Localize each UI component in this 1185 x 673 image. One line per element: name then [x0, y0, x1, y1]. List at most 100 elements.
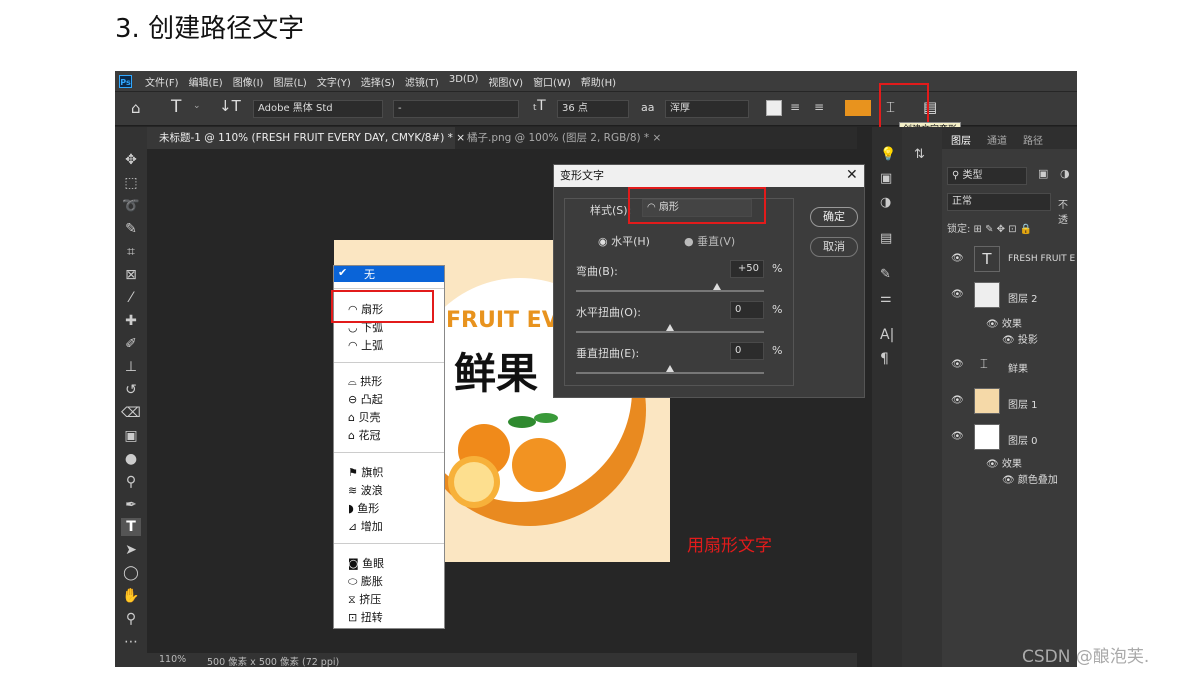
- vertical-distortion-input[interactable]: 0: [730, 342, 764, 360]
- menu-image[interactable]: 图像(I): [233, 74, 264, 89]
- effect-item[interactable]: 👁 颜色叠加: [1002, 471, 1058, 486]
- tab-channels[interactable]: 通道: [987, 132, 1007, 147]
- vertical-radio[interactable]: ● 垂直(V): [684, 233, 735, 249]
- toggle-orientation-icon[interactable]: ↓T: [219, 97, 241, 115]
- menu-file[interactable]: 文件(F): [145, 74, 179, 89]
- blend-mode-select[interactable]: 正常: [947, 193, 1051, 211]
- close-icon[interactable]: ×: [653, 132, 662, 144]
- text-color-swatch[interactable]: [845, 100, 871, 116]
- font-style-select[interactable]: -: [393, 100, 519, 118]
- dropdown-item-bulge[interactable]: ⊖ 凸起: [348, 392, 383, 408]
- properties-icon[interactable]: ▣: [880, 171, 892, 186]
- character-icon[interactable]: A|: [880, 327, 894, 343]
- layer-row[interactable]: 👁 图层 1: [942, 385, 1077, 421]
- chevron-down-icon[interactable]: ⌄: [193, 101, 201, 111]
- libraries-icon[interactable]: ▤: [880, 231, 892, 246]
- menu-layer[interactable]: 图层(L): [273, 74, 306, 89]
- move-tool-icon[interactable]: ✥: [121, 151, 141, 169]
- eye-icon[interactable]: 👁: [951, 359, 964, 370]
- lightbulb-icon[interactable]: 💡: [880, 147, 896, 162]
- dropdown-item-flower[interactable]: ⌂ 花冠: [348, 428, 380, 444]
- effects-row[interactable]: 👁 效果: [986, 455, 1022, 470]
- brush-tool-icon[interactable]: ✐: [121, 335, 141, 353]
- dropdown-item-arc-upper[interactable]: ◠ 上弧: [348, 338, 383, 354]
- zoom-level[interactable]: 110%: [159, 654, 186, 665]
- bend-input[interactable]: +50: [730, 260, 764, 278]
- ellipse-tool-icon[interactable]: ◯: [121, 564, 141, 582]
- gradient-tool-icon[interactable]: ▣: [121, 427, 141, 445]
- layer-filter-select[interactable]: ⚲ 类型: [947, 167, 1027, 185]
- antialias-select[interactable]: 浑厚: [665, 100, 749, 118]
- layer-row[interactable]: 👁 图层 0: [942, 421, 1077, 457]
- tab-orange-png[interactable]: 橘子.png @ 100% (图层 2, RGB/8) * ×: [455, 127, 661, 149]
- frame-tool-icon[interactable]: ⊠: [121, 266, 141, 284]
- hand-tool-icon[interactable]: ✋: [121, 587, 141, 605]
- menu-filter[interactable]: 滤镜(T): [405, 74, 439, 89]
- dodge-tool-icon[interactable]: ⚲: [121, 473, 141, 491]
- adjustments-icon[interactable]: ◑: [880, 195, 891, 210]
- dropdown-item-wave[interactable]: ≋ 波浪: [348, 483, 383, 499]
- eye-icon[interactable]: 👁: [951, 289, 964, 300]
- brushes-icon[interactable]: ✎: [880, 267, 891, 282]
- type-tool-icon[interactable]: T: [171, 97, 181, 117]
- dropdown-item-inflate[interactable]: ⬭ 膨胀: [348, 574, 383, 590]
- pen-tool-icon[interactable]: ✒: [121, 496, 141, 514]
- menu-3d[interactable]: 3D(D): [449, 74, 479, 89]
- font-family-select[interactable]: Adobe 黑体 Std: [253, 100, 383, 118]
- eyedropper-icon[interactable]: ⁄: [121, 289, 141, 307]
- type-tool-icon[interactable]: T: [121, 518, 141, 536]
- align-right-button[interactable]: ≡: [814, 100, 830, 116]
- menu-select[interactable]: 选择(S): [361, 74, 395, 89]
- horizontal-distortion-thumb[interactable]: [666, 324, 674, 331]
- home-icon[interactable]: ⌂: [131, 99, 141, 117]
- layer-row[interactable]: 👁 ⌶ 鲜果: [942, 349, 1077, 385]
- layer-row[interactable]: 👁 T FRESH FRUIT E: [942, 243, 1077, 279]
- font-size-select[interactable]: 36 点: [557, 100, 629, 118]
- menu-view[interactable]: 视图(V): [488, 74, 523, 89]
- close-icon[interactable]: ✕: [846, 167, 858, 183]
- menu-type[interactable]: 文字(Y): [317, 74, 351, 89]
- menu-edit[interactable]: 编辑(E): [189, 74, 223, 89]
- blur-tool-icon[interactable]: ●: [121, 450, 141, 468]
- dropdown-item-arch[interactable]: ⌓ 拱形: [348, 374, 382, 390]
- quick-select-icon[interactable]: ✎: [121, 220, 141, 238]
- tab-paths[interactable]: 路径: [1023, 132, 1043, 147]
- effect-item[interactable]: 👁 投影: [1002, 331, 1038, 346]
- stamp-tool-icon[interactable]: ⊥: [121, 358, 141, 376]
- eraser-tool-icon[interactable]: ⌫: [121, 404, 141, 422]
- eye-icon[interactable]: 👁: [951, 431, 964, 442]
- eye-icon[interactable]: 👁: [951, 395, 964, 406]
- crop-tool-icon[interactable]: ⌗: [121, 243, 141, 261]
- dropdown-item-squeeze[interactable]: ⧖ 挤压: [348, 592, 381, 608]
- effects-row[interactable]: 👁 效果: [986, 315, 1022, 330]
- tab-untitled-1[interactable]: 未标题-1 @ 110% (FRESH FRUIT EVERY DAY, CMY…: [147, 127, 465, 149]
- paragraph-icon[interactable]: ¶: [880, 351, 889, 367]
- vertical-distortion-thumb[interactable]: [666, 365, 674, 372]
- dropdown-item-shell[interactable]: ⌂ 贝壳: [348, 410, 380, 426]
- dropdown-item-fisheye[interactable]: ◙ 鱼眼: [348, 556, 384, 572]
- image-filter-icon[interactable]: ▣: [1038, 167, 1048, 180]
- tab-layers[interactable]: 图层: [951, 132, 971, 147]
- menu-help[interactable]: 帮助(H): [581, 74, 616, 89]
- path-select-icon[interactable]: ➤: [121, 541, 141, 559]
- ok-button[interactable]: 确定: [810, 207, 858, 227]
- dropdown-item-twist[interactable]: ⊡ 扭转: [348, 610, 383, 626]
- zoom-tool-icon[interactable]: ⚲: [121, 610, 141, 628]
- align-left-button[interactable]: [766, 100, 782, 116]
- bend-slider-thumb[interactable]: [713, 283, 721, 290]
- sliders-icon[interactable]: ⚌: [880, 291, 892, 306]
- lasso-tool-icon[interactable]: ➰: [121, 197, 141, 215]
- healing-brush-icon[interactable]: ✚: [121, 312, 141, 330]
- adjustment-filter-icon[interactable]: ◑: [1060, 167, 1070, 180]
- layer-row[interactable]: 👁 图层 2: [942, 279, 1077, 315]
- dropdown-item-fish[interactable]: ◗ 鱼形: [348, 501, 379, 517]
- eye-icon[interactable]: 👁: [951, 253, 964, 264]
- history-brush-icon[interactable]: ↺: [121, 381, 141, 399]
- cancel-button[interactable]: 取消: [810, 237, 858, 257]
- horizontal-radio[interactable]: ◉ 水平(H): [598, 233, 650, 249]
- dropdown-item-rise[interactable]: ⊿ 增加: [348, 519, 383, 535]
- more-tools-icon[interactable]: ⋯: [121, 633, 141, 651]
- dropdown-item-flag[interactable]: ⚑ 旗帜: [348, 465, 383, 481]
- marquee-tool-icon[interactable]: ⬚: [121, 174, 141, 192]
- history-icon[interactable]: ⇅: [914, 147, 925, 162]
